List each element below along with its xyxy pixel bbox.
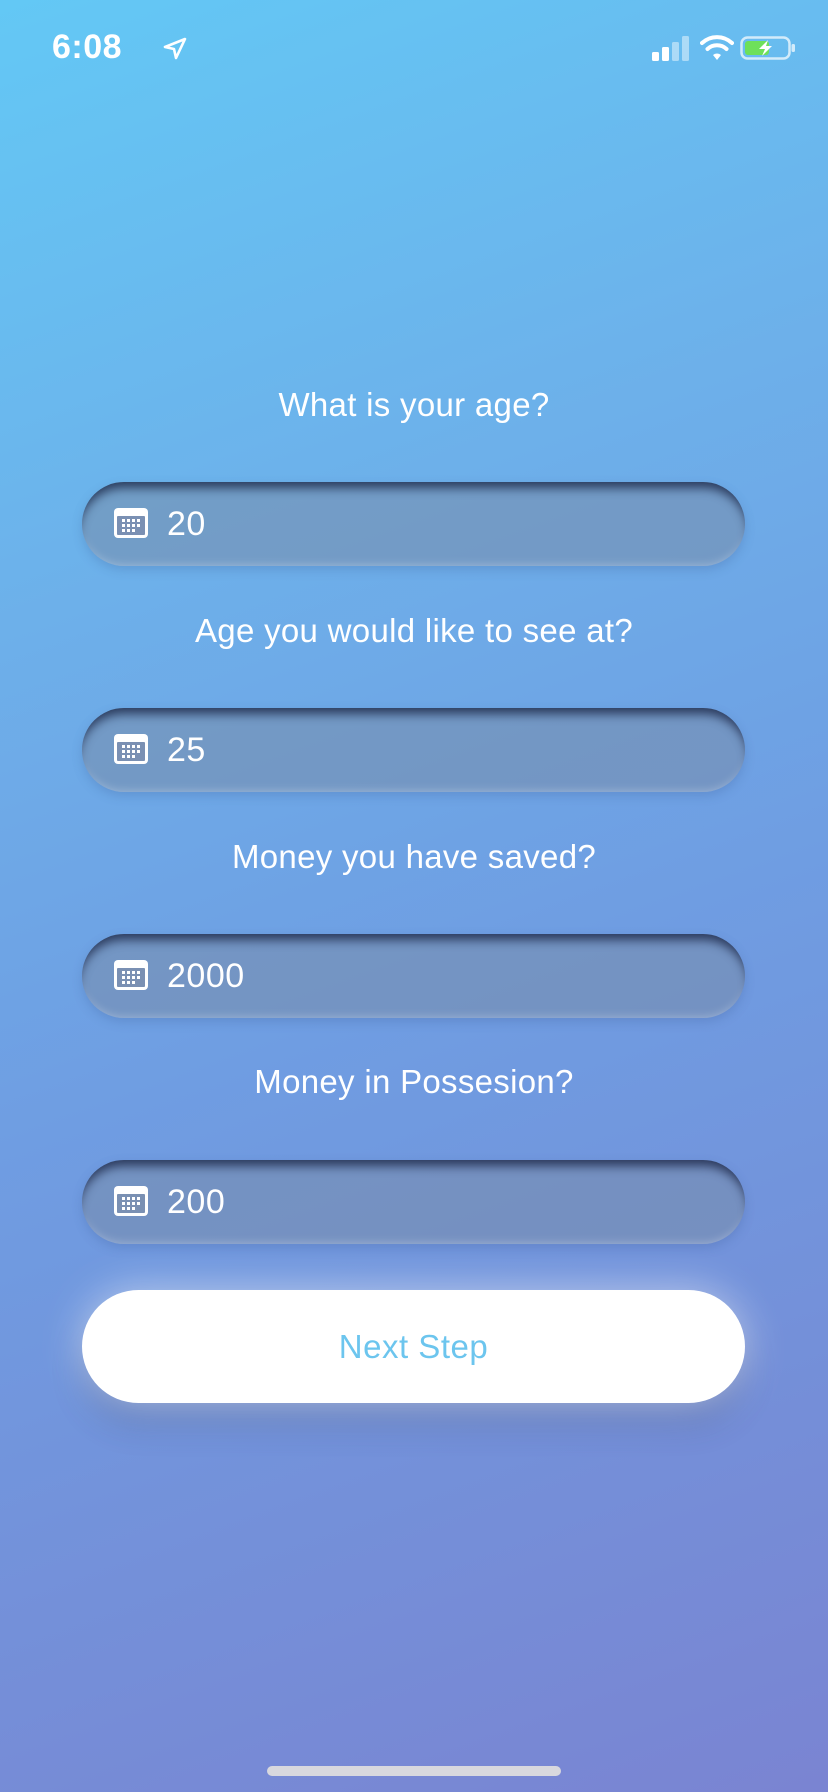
cellular-signal-icon xyxy=(652,36,689,61)
home-indicator[interactable] xyxy=(267,1766,561,1776)
current-age-value[interactable]: 20 xyxy=(167,482,206,566)
battery-charging-icon xyxy=(740,36,795,60)
wifi-icon xyxy=(700,35,734,60)
next-step-button[interactable]: Next Step xyxy=(82,1290,745,1403)
money-possession-input[interactable]: 200 xyxy=(82,1160,745,1244)
calendar-icon xyxy=(114,960,148,990)
app-screen: 6:08 What is your age? 20 Age you would … xyxy=(0,0,828,1792)
location-arrow-icon xyxy=(163,37,187,60)
current-age-input[interactable]: 20 xyxy=(82,482,745,566)
money-saved-input[interactable]: 2000 xyxy=(82,934,745,1018)
money-possession-value[interactable]: 200 xyxy=(167,1160,225,1244)
question-money-saved: Money you have saved? xyxy=(231,838,597,875)
status-bar: 6:08 xyxy=(0,0,828,100)
target-age-input[interactable]: 25 xyxy=(82,708,745,792)
question-target-age: Age you would like to see at? xyxy=(195,612,633,649)
question-money-possession: Money in Possesion? xyxy=(254,1063,574,1100)
status-time: 6:08 xyxy=(52,28,123,66)
target-age-value[interactable]: 25 xyxy=(167,708,206,792)
calendar-icon xyxy=(114,734,148,764)
money-saved-value[interactable]: 2000 xyxy=(167,934,245,1018)
question-current-age: What is your age? xyxy=(278,386,550,423)
calendar-icon xyxy=(114,1186,148,1216)
calendar-icon xyxy=(114,508,148,538)
